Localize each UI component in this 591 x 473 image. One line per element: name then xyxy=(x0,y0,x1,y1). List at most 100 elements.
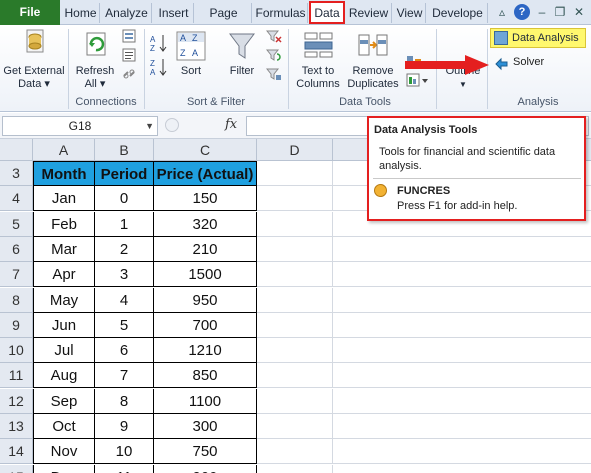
empty-cell[interactable] xyxy=(257,363,333,388)
empty-cell[interactable] xyxy=(257,237,333,262)
table-cell[interactable]: 1210 xyxy=(154,338,257,363)
table-cell[interactable]: Dec xyxy=(33,465,95,473)
table-cell[interactable]: 210 xyxy=(154,237,257,262)
table-cell[interactable]: 3 xyxy=(95,262,154,287)
empty-cell[interactable] xyxy=(257,186,333,211)
sort-button[interactable]: AZ ZA Sort xyxy=(172,27,210,91)
window-close-icon[interactable]: ✕ xyxy=(571,4,587,20)
row-header[interactable]: 11 xyxy=(0,363,33,388)
table-cell[interactable]: Feb xyxy=(33,212,95,237)
table-cell[interactable]: May xyxy=(33,288,95,313)
tab-developer[interactable]: Develope xyxy=(428,3,488,23)
table-cell[interactable]: Oct xyxy=(33,414,95,439)
minimize-ribbon-icon[interactable]: ▵ xyxy=(494,4,510,20)
row-header[interactable]: 15 xyxy=(0,465,33,473)
empty-cell[interactable] xyxy=(257,338,333,363)
properties-icon[interactable] xyxy=(122,48,136,62)
table-header-cell[interactable]: Period xyxy=(95,161,154,186)
table-cell[interactable]: 300 xyxy=(154,414,257,439)
table-cell[interactable]: Jul xyxy=(33,338,95,363)
row-header[interactable]: 7 xyxy=(0,262,33,287)
advanced-filter-icon[interactable] xyxy=(266,67,282,81)
row-header[interactable]: 10 xyxy=(0,338,33,363)
table-cell[interactable]: 1100 xyxy=(154,389,257,414)
empty-cell[interactable] xyxy=(257,262,333,287)
tab-review[interactable]: Review xyxy=(346,3,392,23)
tab-home[interactable]: Home xyxy=(62,3,100,23)
get-external-data-button[interactable]: Get External Data ▾ xyxy=(2,27,66,91)
table-header-cell[interactable]: Price (Actual) xyxy=(154,161,257,186)
clear-filter-icon[interactable] xyxy=(266,29,282,43)
table-cell[interactable]: 700 xyxy=(154,313,257,338)
empty-cell[interactable] xyxy=(333,288,591,313)
table-cell[interactable]: Sep xyxy=(33,389,95,414)
empty-cell[interactable] xyxy=(333,465,591,473)
row-header[interactable]: 3 xyxy=(0,161,33,186)
row-header[interactable]: 9 xyxy=(0,313,33,338)
column-header-b[interactable]: B xyxy=(95,139,154,161)
table-cell[interactable]: Jun xyxy=(33,313,95,338)
row-header[interactable]: 12 xyxy=(0,389,33,414)
empty-cell[interactable] xyxy=(333,389,591,414)
table-header-cell[interactable]: Month xyxy=(33,161,95,186)
table-cell[interactable]: 900 xyxy=(154,465,257,473)
row-header[interactable]: 14 xyxy=(0,439,33,464)
empty-cell[interactable] xyxy=(257,313,333,338)
empty-cell[interactable] xyxy=(257,212,333,237)
tab-insert[interactable]: Insert xyxy=(154,3,194,23)
tab-page-layout[interactable]: Page Layo xyxy=(196,3,252,40)
tab-analyze[interactable]: Analyze xyxy=(102,3,152,23)
table-cell[interactable]: 750 xyxy=(154,439,257,464)
empty-cell[interactable] xyxy=(333,262,591,287)
table-cell[interactable]: 2 xyxy=(95,237,154,262)
table-cell[interactable]: 4 xyxy=(95,288,154,313)
table-cell[interactable]: Nov xyxy=(33,439,95,464)
help-icon[interactable]: ? xyxy=(514,4,530,20)
empty-cell[interactable] xyxy=(333,338,591,363)
table-cell[interactable]: 9 xyxy=(95,414,154,439)
empty-cell[interactable] xyxy=(257,389,333,414)
table-cell[interactable]: 10 xyxy=(95,439,154,464)
table-cell[interactable]: 150 xyxy=(154,186,257,211)
table-cell[interactable]: Jan xyxy=(33,186,95,211)
empty-cell[interactable] xyxy=(333,313,591,338)
tab-formulas[interactable]: Formulas xyxy=(254,3,308,23)
column-header-a[interactable]: A xyxy=(33,139,95,161)
window-minimize-icon[interactable]: – xyxy=(534,4,550,20)
table-cell[interactable]: 11 xyxy=(95,465,154,473)
row-header[interactable]: 4 xyxy=(0,186,33,211)
table-cell[interactable]: Mar xyxy=(33,237,95,262)
solver-button[interactable]: Solver xyxy=(494,55,554,73)
tab-view[interactable]: View xyxy=(394,3,426,23)
empty-cell[interactable] xyxy=(257,439,333,464)
name-box[interactable]: G18 ▼ xyxy=(2,116,158,136)
formula-bar-expand-icon[interactable] xyxy=(165,118,179,132)
row-header[interactable]: 5 xyxy=(0,212,33,237)
table-cell[interactable]: 5 xyxy=(95,313,154,338)
select-all-corner[interactable] xyxy=(0,139,33,161)
remove-duplicates-button[interactable]: Remove Duplicates xyxy=(344,27,402,91)
what-if-analysis-icon[interactable] xyxy=(406,73,430,87)
table-cell[interactable]: 0 xyxy=(95,186,154,211)
empty-cell[interactable] xyxy=(257,288,333,313)
reapply-filter-icon[interactable] xyxy=(266,48,282,62)
column-header-c[interactable]: C xyxy=(154,139,257,161)
row-header[interactable]: 6 xyxy=(0,237,33,262)
table-cell[interactable]: Apr xyxy=(33,262,95,287)
window-restore-icon[interactable]: ❐ xyxy=(552,4,568,20)
table-cell[interactable]: 1500 xyxy=(154,262,257,287)
table-cell[interactable]: 6 xyxy=(95,338,154,363)
edit-links-icon[interactable] xyxy=(122,67,136,81)
sort-az-icon[interactable]: AZ xyxy=(150,33,168,53)
empty-cell[interactable] xyxy=(257,465,333,473)
connections-icon[interactable] xyxy=(122,29,136,43)
sort-za-icon[interactable]: ZA xyxy=(150,57,168,77)
text-to-columns-button[interactable]: Text to Columns xyxy=(292,27,344,91)
table-cell[interactable]: 950 xyxy=(154,288,257,313)
name-box-dropdown-icon[interactable]: ▼ xyxy=(145,117,154,135)
empty-cell[interactable] xyxy=(333,439,591,464)
empty-cell[interactable] xyxy=(257,414,333,439)
table-cell[interactable]: 1 xyxy=(95,212,154,237)
filter-button[interactable]: Filter xyxy=(222,27,262,91)
table-cell[interactable]: 320 xyxy=(154,212,257,237)
